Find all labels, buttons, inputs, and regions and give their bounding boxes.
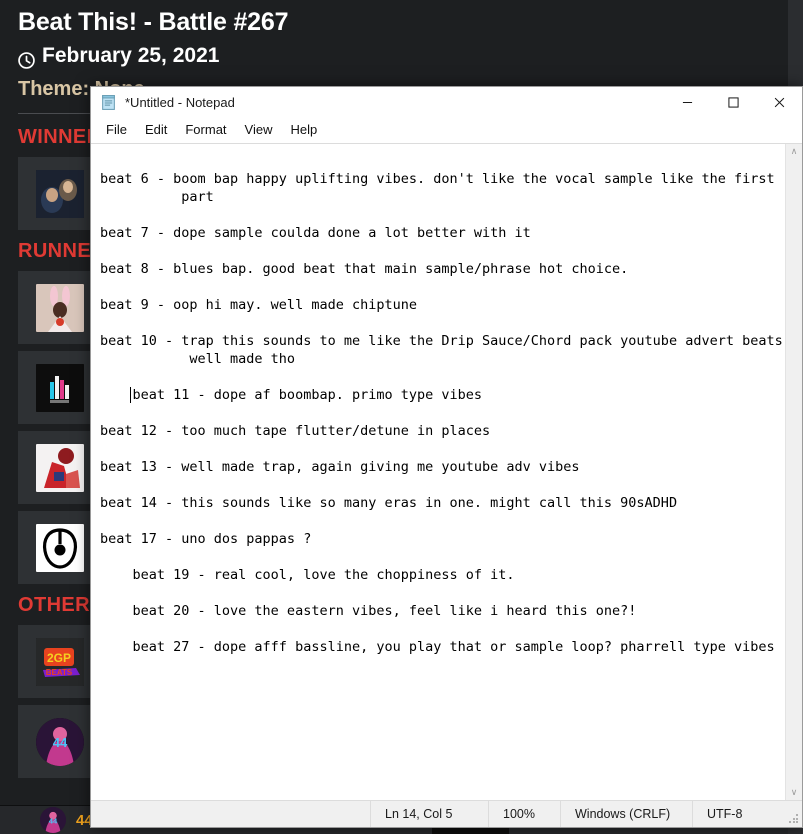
- notepad-text-line: [91, 512, 785, 530]
- scroll-down-icon[interactable]: ∨: [791, 788, 798, 797]
- notepad-text-line: beat 8 - blues bap. good beat that main …: [100, 261, 629, 277]
- page-title: Beat This! - Battle #267: [18, 8, 289, 36]
- bunny-ears-thumbnail: [36, 283, 84, 332]
- notepad-text-line: [91, 404, 785, 422]
- notepad-text-line: [91, 206, 785, 224]
- notepad-text-line: part: [100, 189, 214, 205]
- notepad-text-line: [91, 548, 785, 566]
- svg-text:44: 44: [53, 735, 68, 750]
- notepad-text-line: [91, 584, 785, 602]
- menu-item-format[interactable]: Format: [176, 119, 235, 141]
- notepad-window[interactable]: *Untitled - Notepad File Edit Format Vie…: [90, 86, 803, 828]
- notepad-text-line: well made tho: [100, 351, 296, 367]
- notepad-text-line: beat 20 - love the eastern vibes, feel l…: [100, 603, 637, 619]
- 2gp-beats-logo-thumbnail: 2GP BEATS: [36, 637, 84, 686]
- svg-text:44: 44: [49, 816, 58, 825]
- maximize-button[interactable]: [710, 87, 756, 117]
- menu-item-file[interactable]: File: [97, 119, 136, 141]
- owl-head-thumbnail: [36, 523, 84, 572]
- svg-text:BEATS: BEATS: [46, 668, 73, 677]
- notepad-text-area[interactable]: beat 6 - boom bap happy uplifting vibes.…: [91, 144, 785, 800]
- notepad-text-line: beat 7 - dope sample coulda done a lot b…: [100, 225, 531, 241]
- notepad-text-line: beat 12 - too much tape flutter/detune i…: [100, 423, 491, 439]
- notepad-menu-bar[interactable]: File Edit Format View Help: [91, 117, 802, 144]
- notepad-body: beat 6 - boom bap happy uplifting vibes.…: [91, 144, 802, 800]
- clock-icon: [18, 48, 35, 69]
- status-encoding: UTF-8: [692, 800, 802, 827]
- notepad-vertical-scrollbar[interactable]: ∧ ∨: [785, 144, 802, 800]
- notepad-text-line: [91, 476, 785, 494]
- notepad-title-text: *Untitled - Notepad: [125, 94, 235, 110]
- menu-item-help[interactable]: Help: [281, 119, 326, 141]
- minimize-button[interactable]: [664, 87, 710, 117]
- status-zoom-level: 100%: [488, 800, 560, 827]
- notepad-title-bar[interactable]: *Untitled - Notepad: [91, 87, 802, 117]
- red-collage-thumbnail: [36, 443, 84, 492]
- notepad-text-line: beat 13 - well made trap, again giving m…: [100, 459, 580, 475]
- notepad-text-line: [91, 368, 785, 386]
- notepad-text-line: beat 17 - uno dos pappas ?: [100, 531, 312, 547]
- text-caret: [130, 387, 131, 403]
- notepad-text-line: [91, 278, 785, 296]
- notepad-status-bar: Ln 14, Col 5 100% Windows (CRLF) UTF-8: [91, 800, 802, 827]
- status-line-ending: Windows (CRLF): [560, 800, 692, 827]
- status-cursor-position: Ln 14, Col 5: [370, 800, 488, 827]
- notepad-text-line: beat 10 - trap this sounds to me like th…: [100, 333, 783, 349]
- notepad-text-line: beat 11 - dope af boombap. primo type vi…: [100, 387, 483, 403]
- notepad-text-line: beat 19 - real cool, love the choppiness…: [100, 567, 515, 583]
- notepad-text-line: [91, 620, 785, 638]
- painting-thumbnail: [36, 169, 84, 218]
- notepad-text-line: [91, 314, 785, 332]
- notepad-text-line: [91, 440, 785, 458]
- scroll-up-icon[interactable]: ∧: [791, 147, 798, 156]
- equalizer-bars-thumbnail: [36, 363, 84, 412]
- notepad-text-line: beat 6 - boom bap happy uplifting vibes.…: [100, 171, 775, 187]
- notepad-text-line: beat 9 - oop hi may. well made chiptune: [100, 297, 417, 313]
- notepad-text-line: beat 14 - this sounds like so many eras …: [100, 495, 678, 511]
- menu-item-view[interactable]: View: [236, 119, 282, 141]
- 44-avatar-thumbnail: 44: [40, 807, 66, 833]
- close-button[interactable]: [756, 87, 802, 117]
- battle-date-text: February 25, 2021: [42, 44, 220, 67]
- battle-date-row: February 25, 2021: [18, 41, 770, 71]
- 44-avatar-thumbnail: 44: [36, 717, 84, 766]
- notepad-text-line: beat 27 - dope afff bassline, you play t…: [100, 639, 775, 655]
- resize-grip-icon[interactable]: [789, 814, 799, 824]
- menu-item-edit[interactable]: Edit: [136, 119, 176, 141]
- svg-text:2GP: 2GP: [47, 651, 71, 665]
- notepad-text-line: [91, 242, 785, 260]
- notepad-icon: [100, 94, 117, 111]
